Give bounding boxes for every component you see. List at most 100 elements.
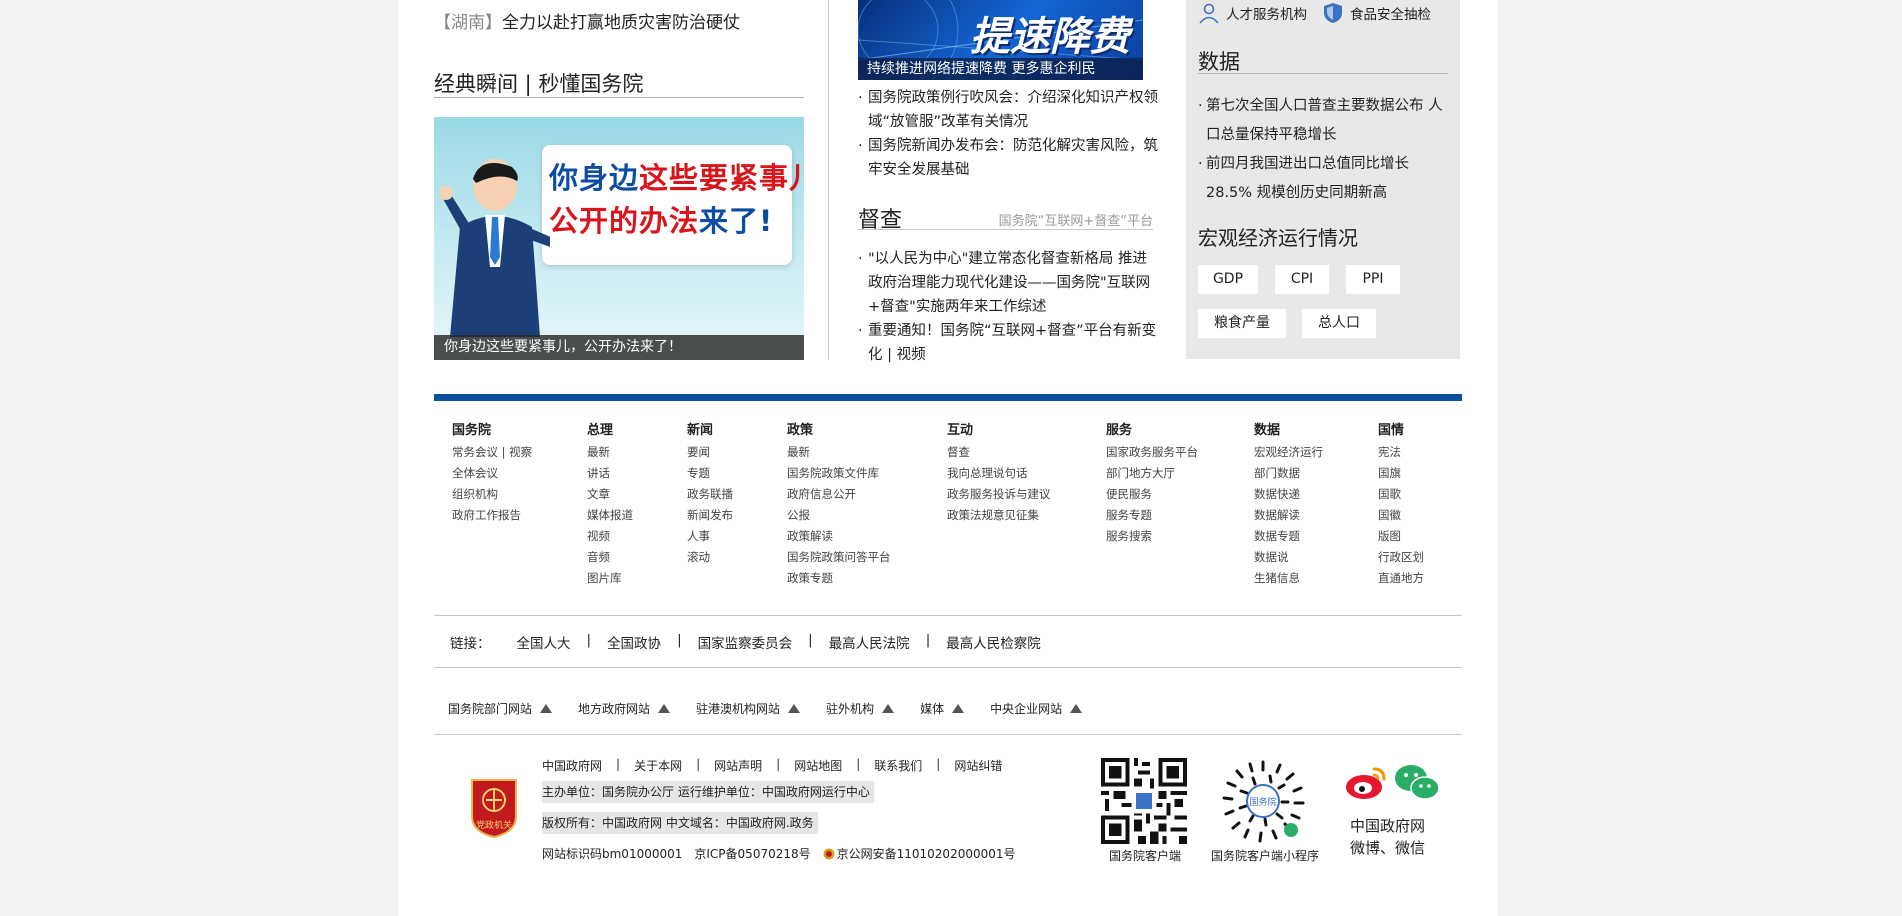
icp-link[interactable]: 京ICP备05070218号 bbox=[694, 843, 810, 865]
footer-column-title[interactable]: 政策 bbox=[787, 420, 891, 442]
population-button[interactable]: 总人口 bbox=[1302, 309, 1376, 338]
footer-link[interactable]: 视频 bbox=[587, 526, 633, 547]
footer-link[interactable]: 部门地方大厅 bbox=[1106, 463, 1198, 484]
footer-link[interactable]: 国徽 bbox=[1378, 505, 1424, 526]
link-npc[interactable]: 全国人大 bbox=[517, 632, 571, 652]
footer-column-national: 国情 宪法 国旗 国歌 国徽 版图 行政区划 直通地方 bbox=[1378, 420, 1424, 589]
link-cppcc[interactable]: 全国政协 bbox=[607, 632, 661, 652]
footer-link[interactable]: 督查 bbox=[947, 442, 1051, 463]
dropdown-ministry-sites[interactable]: 国务院部门网站 bbox=[448, 700, 553, 717]
footer-column-title[interactable]: 国情 bbox=[1378, 420, 1424, 442]
weibo-icon[interactable] bbox=[1344, 763, 1388, 801]
column-divider bbox=[828, 0, 829, 360]
footer-link[interactable]: 公报 bbox=[787, 505, 891, 526]
link-about[interactable]: 关于本网 bbox=[634, 757, 682, 774]
footer-link[interactable]: 政府信息公开 bbox=[787, 484, 891, 505]
link-sitemap[interactable]: 网站地图 bbox=[794, 757, 842, 774]
link-gov-cn[interactable]: 中国政府网 bbox=[542, 757, 602, 774]
footer-link[interactable]: 政策法规意见征集 bbox=[947, 505, 1051, 526]
footer-link[interactable]: 服务搜索 bbox=[1106, 526, 1198, 547]
sponsor-info: 主办单位：国务院办公厅 运行维护单位：中国政府网运行中心 bbox=[542, 781, 874, 803]
footer-link[interactable]: 宏观经济运行 bbox=[1254, 442, 1323, 463]
footer-link[interactable]: 国家政务服务平台 bbox=[1106, 442, 1198, 463]
footer-link[interactable]: 生猪信息 bbox=[1254, 568, 1323, 589]
footer-link[interactable]: 国务院政策问答平台 bbox=[787, 547, 891, 568]
food-safety-link[interactable]: 食品安全抽检 bbox=[1323, 2, 1431, 24]
news-hunan-link[interactable]: 【湖南】全力以赴打赢地质灾害防治硬仗 bbox=[434, 8, 740, 33]
footer-link[interactable]: 直通地方 bbox=[1378, 568, 1424, 589]
footer-column-title[interactable]: 新闻 bbox=[687, 420, 733, 442]
footer-column-title[interactable]: 国务院 bbox=[452, 420, 532, 442]
footer-link[interactable]: 国歌 bbox=[1378, 484, 1424, 505]
link-contact[interactable]: 联系我们 bbox=[874, 757, 922, 774]
dropdown-media-sites[interactable]: 媒体 bbox=[920, 700, 965, 717]
footer-column-title[interactable]: 互动 bbox=[947, 420, 1051, 442]
footer-link[interactable]: 数据说 bbox=[1254, 547, 1323, 568]
supervise-platform-link[interactable]: 国务院“互联网+督查”平台 bbox=[999, 210, 1153, 229]
list-item[interactable]: 前四月我国进出口总值同比增长 28.5% 规模创历史同期新高 bbox=[1198, 150, 1456, 208]
link-statement[interactable]: 网站声明 bbox=[714, 757, 762, 774]
footer-link[interactable]: 文章 bbox=[587, 484, 633, 505]
footer-link[interactable]: 媒体报道 bbox=[587, 505, 633, 526]
footer-link[interactable]: 全体会议 bbox=[452, 463, 532, 484]
external-links-row: 链接： 全国人大 | 全国政协 | 国家监察委员会 | 最高人民法院 | 最高人… bbox=[450, 632, 1041, 652]
footer-link[interactable]: 版图 bbox=[1378, 526, 1424, 547]
link-error-report[interactable]: 网站纠错 bbox=[954, 757, 1002, 774]
footer-link[interactable]: 便民服务 bbox=[1106, 484, 1198, 505]
link-supreme-court[interactable]: 最高人民法院 bbox=[829, 632, 910, 652]
footer-link[interactable]: 最新 bbox=[587, 442, 633, 463]
list-item[interactable]: 国务院政策例行吹风会：介绍深化知识产权领域“放管服”改革有关情况 bbox=[858, 86, 1158, 134]
footer-link[interactable]: 政策解读 bbox=[787, 526, 891, 547]
gdp-button[interactable]: GDP bbox=[1198, 265, 1258, 294]
policy-banner[interactable]: 你身边这些要紧事儿 公开的办法来了! 你身边这些要紧事儿，公开办法来了！ bbox=[434, 117, 804, 360]
dropdown-local-gov-sites[interactable]: 地方政府网站 bbox=[578, 700, 671, 717]
footer-link[interactable]: 数据快递 bbox=[1254, 484, 1323, 505]
list-item[interactable]: "以人民为中心"建立常态化督查新格局 推进政府治理能力现代化建设——国务院"互联… bbox=[858, 247, 1158, 319]
footer-link[interactable]: 数据解读 bbox=[1254, 505, 1323, 526]
footer-link[interactable]: 政策专题 bbox=[787, 568, 891, 589]
footer-link[interactable]: 宪法 bbox=[1378, 442, 1424, 463]
dropdown-hk-macau-sites[interactable]: 驻港澳机构网站 bbox=[696, 700, 801, 717]
separator: | bbox=[856, 757, 861, 771]
talent-service-link[interactable]: 人才服务机构 bbox=[1198, 2, 1307, 24]
speed-up-promo-banner[interactable]: 提速降费 持续推进网络提速降费 更多惠企利民 bbox=[858, 0, 1143, 80]
footer-link[interactable]: 滚动 bbox=[687, 547, 733, 568]
list-item[interactable]: 重要通知！国务院“互联网+督查”平台有新变化 | 视频 bbox=[858, 319, 1158, 367]
footer-link[interactable]: 最新 bbox=[787, 442, 891, 463]
footer-link[interactable]: 常务会议 | 视察 bbox=[452, 442, 532, 463]
footer-link[interactable]: 人事 bbox=[687, 526, 733, 547]
footer-link[interactable]: 政府工作报告 bbox=[452, 505, 532, 526]
link-supervision-commission[interactable]: 国家监察委员会 bbox=[698, 632, 793, 652]
footer-link[interactable]: 新闻发布 bbox=[687, 505, 733, 526]
footer-link[interactable]: 图片库 bbox=[587, 568, 633, 589]
footer-column-title[interactable]: 服务 bbox=[1106, 420, 1198, 442]
footer-link[interactable]: 数据专题 bbox=[1254, 526, 1323, 547]
list-item[interactable]: 国务院新闻办发布会：防范化解灾害风险，筑牢安全发展基础 bbox=[858, 134, 1158, 182]
footer-link[interactable]: 要闻 bbox=[687, 442, 733, 463]
wechat-icon[interactable] bbox=[1394, 762, 1440, 802]
cpi-button[interactable]: CPI bbox=[1275, 265, 1329, 294]
ppi-button[interactable]: PPI bbox=[1346, 265, 1400, 294]
footer-link[interactable]: 部门数据 bbox=[1254, 463, 1323, 484]
dropdown-central-enterprise-sites[interactable]: 中央企业网站 bbox=[990, 700, 1083, 717]
footer-link[interactable]: 行政区划 bbox=[1378, 547, 1424, 568]
footer-link[interactable]: 专题 bbox=[687, 463, 733, 484]
footer-link[interactable]: 政务联播 bbox=[687, 484, 733, 505]
footer-link[interactable]: 政务服务投诉与建议 bbox=[947, 484, 1051, 505]
footer-column-title[interactable]: 数据 bbox=[1254, 420, 1323, 442]
dropdown-overseas-sites[interactable]: 驻外机构 bbox=[826, 700, 895, 717]
footer-link[interactable]: 国务院政策文件库 bbox=[787, 463, 891, 484]
link-supreme-procuratorate[interactable]: 最高人民检察院 bbox=[946, 632, 1041, 652]
footer-link[interactable]: 国旗 bbox=[1378, 463, 1424, 484]
footer-link[interactable]: 讲话 bbox=[587, 463, 633, 484]
party-gov-emblem-icon[interactable]: 党政机关 bbox=[468, 776, 520, 838]
grain-output-button[interactable]: 粮食产量 bbox=[1198, 309, 1286, 338]
footer-link[interactable]: 组织机构 bbox=[452, 484, 532, 505]
police-record-link[interactable]: 京公网安备11010202000001号 bbox=[837, 843, 1016, 865]
footer-link[interactable]: 服务专题 bbox=[1106, 505, 1198, 526]
footer-link[interactable]: 我向总理说句话 bbox=[947, 463, 1051, 484]
list-item[interactable]: 第七次全国人口普查主要数据公布 人口总量保持平稳增长 bbox=[1198, 92, 1456, 150]
footer-column-title[interactable]: 总理 bbox=[587, 420, 633, 442]
banner-headline-2: 公开的办法来了! bbox=[549, 204, 774, 238]
footer-link[interactable]: 音频 bbox=[587, 547, 633, 568]
